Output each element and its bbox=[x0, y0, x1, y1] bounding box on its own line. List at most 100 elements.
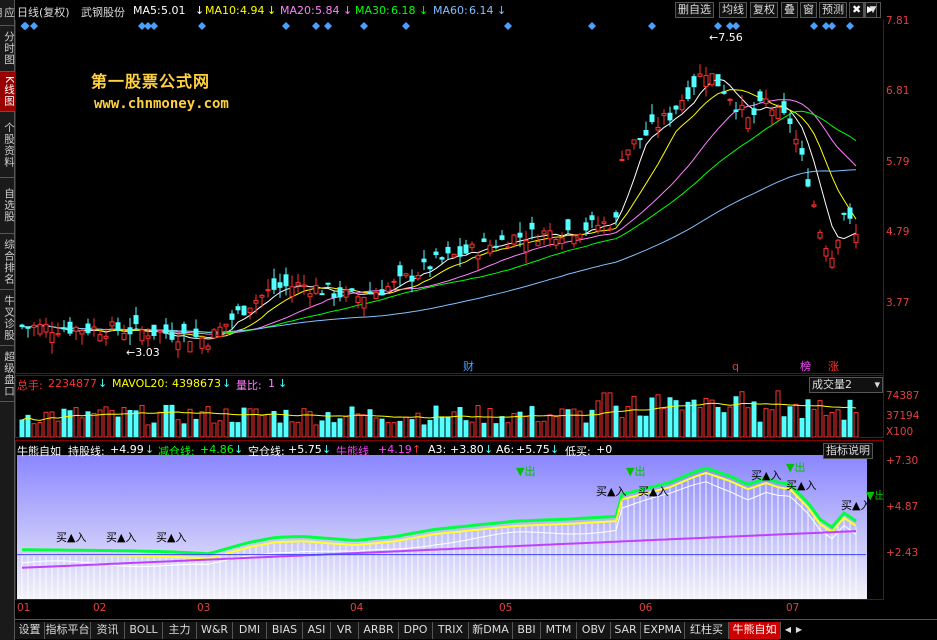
tab-item[interactable]: DMI bbox=[233, 622, 267, 639]
candle-body bbox=[433, 251, 439, 256]
volume-bar bbox=[631, 395, 637, 438]
candle-body bbox=[73, 326, 79, 332]
signal-diamond bbox=[732, 22, 740, 30]
candle-body bbox=[349, 288, 355, 291]
tab-item[interactable]: DPO bbox=[399, 622, 433, 639]
volume-bar bbox=[67, 410, 73, 438]
signal-diamond bbox=[30, 22, 38, 30]
reduce-line-value: +4.86 bbox=[200, 443, 234, 456]
window-button[interactable]: 窗 bbox=[800, 2, 817, 18]
tab-item[interactable]: BIAS bbox=[267, 622, 303, 639]
tab-item[interactable]: 指标平台 bbox=[45, 622, 91, 639]
volume-bar bbox=[55, 420, 61, 438]
candle-body bbox=[613, 212, 619, 218]
delete-watchlist-button[interactable]: 删自选 bbox=[675, 2, 714, 18]
sidebar-item[interactable]: 分时图 bbox=[0, 26, 15, 72]
volume-bar bbox=[829, 411, 835, 438]
volume-bar bbox=[847, 399, 853, 438]
ma60-arrow: ↓ bbox=[497, 4, 507, 17]
tab-item[interactable]: 设置 bbox=[15, 622, 45, 639]
moving-average-line bbox=[21, 99, 857, 335]
sidebar-item[interactable]: 超级盘口 bbox=[0, 346, 15, 402]
volume-bar bbox=[247, 408, 253, 438]
forecast-button[interactable]: 预测 bbox=[819, 2, 847, 18]
tab-item[interactable]: MTM bbox=[541, 622, 577, 639]
sidebar-item[interactable]: K线图 bbox=[0, 72, 15, 112]
candle-body bbox=[781, 101, 787, 114]
volume-indicator-select[interactable]: 成交量2 ▾ bbox=[809, 377, 883, 393]
indicator-tick-1: +7.30 bbox=[886, 455, 919, 467]
indicator-pane: 买▲入 买▲入 买▲入 买▲入 买▲入 买▲入 买▲入 买▲入 ▼出 ▼出 ▼出 ▼出 bbox=[15, 440, 885, 600]
tab-item[interactable]: VR bbox=[331, 622, 359, 639]
tab-item[interactable]: W&R bbox=[197, 622, 233, 639]
tab-item[interactable]: 牛熊自如 bbox=[729, 622, 781, 639]
candle-body bbox=[55, 333, 61, 336]
tab-item[interactable]: TRIX bbox=[433, 622, 469, 639]
volume-bar bbox=[127, 409, 133, 438]
volume-bar bbox=[121, 407, 127, 438]
event-marker-zhang: 涨 bbox=[828, 360, 839, 373]
scroll-left-icon[interactable]: ◀ bbox=[783, 622, 793, 639]
overlay-button[interactable]: 叠 bbox=[781, 2, 798, 18]
tab-item[interactable]: BBI bbox=[513, 622, 541, 639]
x-axis: 01 02 03 04 05 06 07 bbox=[15, 601, 884, 618]
volume-bar bbox=[499, 416, 505, 438]
candle-body bbox=[427, 266, 433, 270]
signal-diamond bbox=[402, 22, 410, 30]
volume-bar bbox=[169, 404, 175, 438]
indicator-name: 牛熊自如 bbox=[17, 445, 61, 458]
volume-bar bbox=[199, 411, 205, 438]
tab-item[interactable]: 主力 bbox=[163, 622, 197, 639]
tab-item[interactable]: BOLL bbox=[125, 622, 163, 639]
period-label[interactable]: 日线(复权) bbox=[17, 4, 70, 20]
scroll-right-icon[interactable]: ▶ bbox=[794, 622, 804, 639]
volume-bar bbox=[457, 407, 463, 438]
close-icon[interactable]: ✖ bbox=[849, 2, 865, 18]
adjust-rights-button[interactable]: 复权 bbox=[750, 2, 778, 18]
tab-item[interactable]: 新DMA bbox=[469, 622, 513, 639]
volume-bar bbox=[505, 422, 511, 438]
signal-diamond bbox=[282, 22, 290, 30]
candle-body bbox=[463, 244, 469, 254]
sidebar-item[interactable]: 自选股 bbox=[0, 178, 15, 234]
volume-bar bbox=[187, 408, 193, 438]
tab-item[interactable]: 资讯 bbox=[91, 622, 125, 639]
ma20-value: 5.84 bbox=[315, 4, 340, 17]
sidebar-item[interactable]: 牛叉诊股 bbox=[0, 290, 15, 346]
candle-body bbox=[589, 215, 595, 221]
volume-bar bbox=[781, 416, 787, 438]
moving-average-button[interactable]: 均线 bbox=[719, 2, 747, 18]
sell-signal: ▼出 bbox=[516, 464, 535, 478]
tab-item[interactable]: OBV bbox=[577, 622, 611, 639]
sidebar-item[interactable]: 个股资料 bbox=[0, 112, 15, 178]
mavol-label: MAVOL20: bbox=[112, 377, 169, 390]
tab-item[interactable]: ASI bbox=[303, 622, 331, 639]
candle-body bbox=[43, 323, 49, 333]
indicator-explain-button[interactable]: 指标说明 bbox=[823, 443, 873, 459]
tab-item[interactable]: EXPMA bbox=[641, 622, 685, 639]
candle-body bbox=[559, 237, 565, 244]
volume-bar bbox=[799, 417, 805, 438]
candle-body bbox=[619, 158, 625, 162]
menu-dropdown-icon[interactable]: ▼ bbox=[865, 2, 881, 18]
candle-body bbox=[541, 230, 547, 235]
volume-bar bbox=[679, 409, 685, 438]
sell-signal: ▼出 bbox=[626, 464, 645, 478]
indicator-chart[interactable]: 买▲入 买▲入 买▲入买▲入 买▲入买▲入买▲入买▲入▼出 ▼出 ▼出▼出 bbox=[16, 441, 885, 599]
tab-item[interactable]: SAR bbox=[611, 622, 641, 639]
volume-bar bbox=[607, 392, 613, 438]
tab-item[interactable]: 红柱买 bbox=[685, 622, 729, 639]
volume-bar bbox=[571, 408, 577, 438]
volume-bar bbox=[337, 418, 343, 438]
moving-average-line bbox=[21, 110, 857, 334]
volume-total-value: 2234877 bbox=[48, 377, 97, 390]
signal-diamond bbox=[810, 22, 818, 30]
volume-bar bbox=[175, 419, 181, 438]
month-label: 04 bbox=[350, 602, 364, 614]
tab-item[interactable]: ARBR bbox=[359, 622, 399, 639]
ma5-label: MA5: bbox=[133, 4, 161, 17]
sidebar-item[interactable]: 综合排名 bbox=[0, 234, 15, 290]
candle-body bbox=[487, 244, 493, 254]
sidebar-item[interactable]: 应用 bbox=[0, 0, 15, 26]
candle-body bbox=[271, 278, 277, 290]
